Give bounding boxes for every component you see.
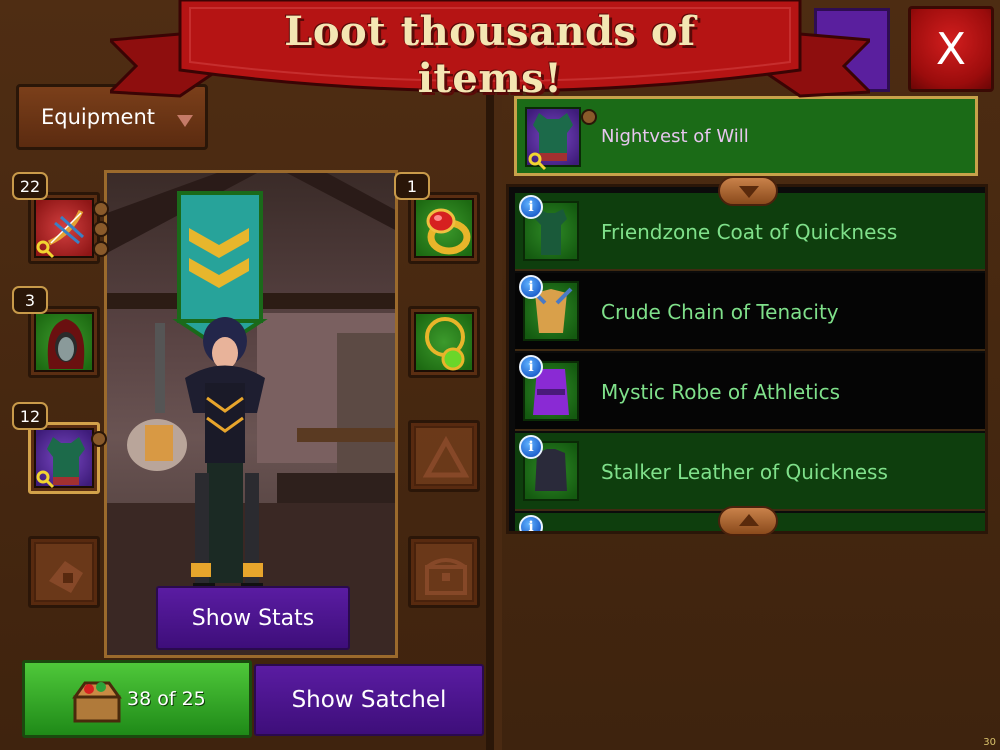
- show-stats-button[interactable]: Show Stats: [156, 586, 350, 650]
- slot-weapon-count: 22: [12, 172, 48, 200]
- hood-icon: [47, 319, 85, 369]
- socket-dot: [93, 241, 109, 257]
- list-item[interactable]: i Crude Chain of Tenacity: [515, 273, 985, 351]
- slot-head[interactable]: [28, 306, 100, 378]
- promo-banner: Loot thousands of items!: [110, 0, 870, 112]
- scroll-up-button[interactable]: [718, 176, 778, 206]
- info-icon[interactable]: i: [519, 435, 543, 459]
- magnify-icon: [528, 152, 547, 171]
- slot-ring-count: 1: [394, 172, 430, 200]
- satchel-capacity[interactable]: 38 of 25: [22, 660, 252, 738]
- list-item-name: Mystic Robe of Athletics: [601, 380, 841, 404]
- satchel-count-text: 38 of 25: [127, 688, 206, 710]
- close-button[interactable]: X: [908, 6, 994, 92]
- info-icon[interactable]: i: [519, 515, 543, 531]
- slot-storage[interactable]: [408, 536, 480, 608]
- slot-chest-count: 12: [12, 402, 48, 430]
- info-icon[interactable]: i: [519, 195, 543, 219]
- info-icon[interactable]: i: [519, 275, 543, 299]
- magnify-icon: [36, 470, 55, 489]
- slot-head-count: 3: [12, 286, 48, 314]
- show-stats-label: Show Stats: [191, 605, 315, 631]
- list-item-name: Crude Chain of Tenacity: [601, 300, 839, 324]
- show-satchel-button[interactable]: Show Satchel: [254, 664, 484, 736]
- banner-title: Loot thousands of items!: [284, 8, 696, 102]
- slot-trinket[interactable]: [408, 420, 480, 492]
- glove-icon: [49, 561, 83, 593]
- ring-icon: [426, 208, 471, 255]
- show-satchel-label: Show Satchel: [291, 687, 447, 713]
- selected-item-name: Nightvest of Will: [601, 126, 749, 147]
- triangle-icon: [423, 435, 469, 478]
- treasure-chest-icon: [425, 558, 467, 595]
- item-list: i Friendzone Coat of Quickness i Crude C…: [506, 184, 988, 534]
- chevron-up-icon: [739, 514, 759, 526]
- list-item-name: Friendzone Coat of Quickness: [601, 220, 898, 244]
- close-label: X: [935, 23, 967, 75]
- fps-counter: 30: [983, 737, 996, 748]
- socket-dot: [91, 431, 107, 447]
- treasure-chest-icon: [72, 681, 122, 723]
- magnify-icon: [36, 240, 55, 259]
- socket-dot: [93, 201, 109, 217]
- info-icon[interactable]: i: [519, 355, 543, 379]
- amulet-icon: [425, 317, 465, 371]
- list-item[interactable]: i Mystic Robe of Athletics: [515, 353, 985, 431]
- scroll-down-button[interactable]: [718, 506, 778, 536]
- socket-dot: [93, 221, 109, 237]
- slot-gloves[interactable]: [28, 536, 100, 608]
- slot-ring[interactable]: [408, 192, 480, 264]
- list-item-name: Stalker Leather of Quickness: [601, 460, 888, 484]
- slot-chest[interactable]: [28, 422, 107, 494]
- list-item[interactable]: i Stalker Leather of Quickness: [515, 433, 985, 511]
- character-preview[interactable]: [104, 170, 398, 658]
- slot-amulet[interactable]: [408, 306, 480, 378]
- slot-weapon[interactable]: [28, 192, 109, 264]
- chevron-down-icon: [739, 186, 759, 198]
- chevron-down-icon: [177, 115, 193, 127]
